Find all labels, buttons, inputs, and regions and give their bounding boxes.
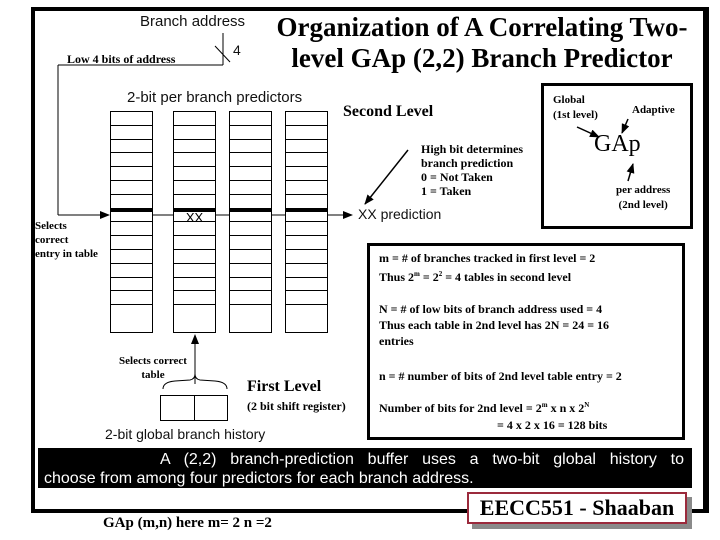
history-bit-0 <box>161 396 195 420</box>
branch-address-label: Branch address <box>140 13 246 30</box>
history-label: 2-bit global branch history <box>105 426 266 442</box>
predictors-label: 2-bit per branch predictors <box>127 89 303 106</box>
course-badge: EECC551 - Shaaban <box>467 492 687 524</box>
per-address-label: per address (2nd level) <box>616 184 671 211</box>
caption-band: A (2,2) branch-prediction buffer uses a … <box>38 448 692 488</box>
low-bits-label: Low 4 bits of address <box>67 52 176 66</box>
info-bits-line: Number of bits for 2nd level = 2m x n x … <box>379 401 590 415</box>
high-bit-arrow <box>364 149 409 205</box>
shift-register-label: (2 bit shift register) <box>247 399 346 413</box>
caption-line-2: choose from among four predictors for ea… <box>44 470 474 487</box>
selects-table-label: Selects correct table <box>119 355 187 381</box>
info-n-line: n = # number of bits of 2nd level table … <box>379 369 622 383</box>
prediction-label: XX prediction <box>358 206 442 222</box>
selected-entry-xx: XX <box>174 208 215 223</box>
bus-width-label: 4 <box>233 42 241 58</box>
info-m-block: m = # of branches tracked in first level… <box>379 250 595 285</box>
info-bits-result: = 4 x 2 x 16 = 128 bits <box>497 418 608 432</box>
info-entries-line-2: entries <box>379 334 414 348</box>
info-m-line: m = # of branches tracked in first level… <box>379 251 596 265</box>
info-n-cap-line: N = # of low bits of branch address used… <box>379 302 603 316</box>
info-thus-tables-line: Thus 2m = 22 = 4 tables in second level <box>379 270 572 284</box>
caption-line-1: A (2,2) branch-prediction buffer uses a … <box>160 451 684 468</box>
info-n-cap-block: N = # of low bits of branch address used… <box>379 301 609 349</box>
predictor-table-1: XX <box>173 111 216 333</box>
predictor-table-3 <box>285 111 328 333</box>
predictor-table-2 <box>229 111 272 333</box>
history-bit-1 <box>195 396 228 420</box>
selected-entry-row <box>111 208 152 223</box>
history-register <box>160 395 228 421</box>
adaptive-label: Adaptive <box>632 104 675 116</box>
first-level-label: First Level <box>247 378 322 395</box>
global-label: Global (1st level) <box>553 94 598 121</box>
second-level-label: Second Level <box>343 103 434 120</box>
gap-center-label: GAp <box>594 131 641 157</box>
high-bit-note: High bit determines branch prediction 0 … <box>421 142 523 198</box>
predictor-table-0 <box>110 111 153 333</box>
info-entries-line-1: Thus each table in 2nd level has 2N = 24… <box>379 318 610 332</box>
footer-note: GAp (m,n) here m= 2 n =2 <box>103 515 272 531</box>
selects-entry-label: Selects correct entry in table <box>35 220 98 260</box>
